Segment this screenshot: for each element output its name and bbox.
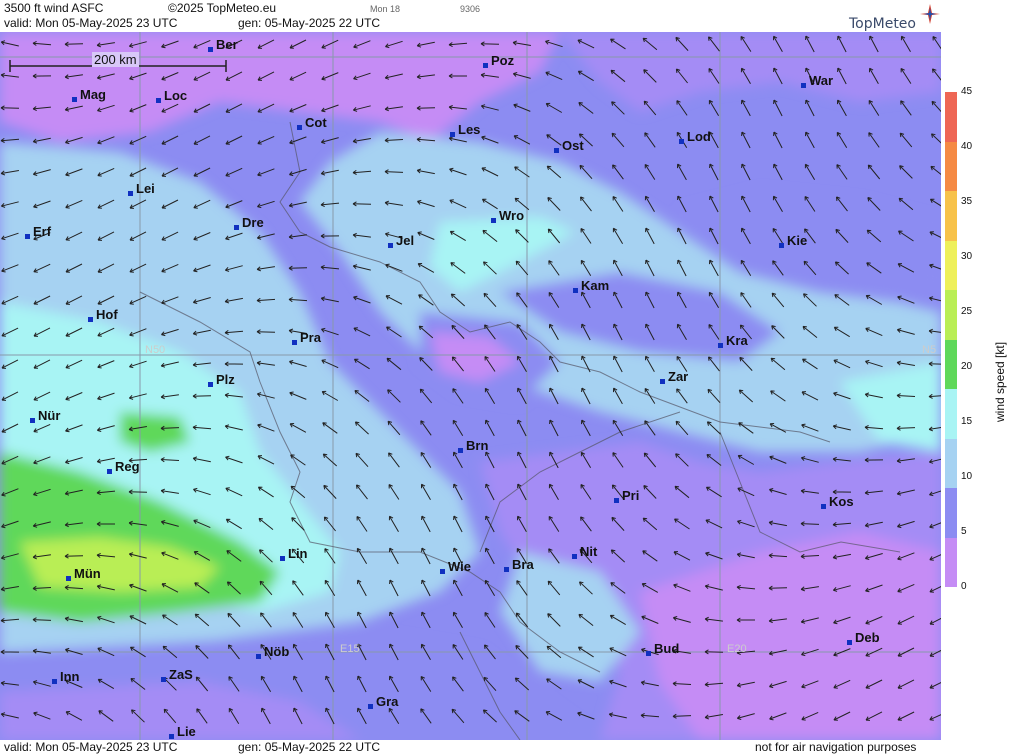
city-label[interactable]: Gra — [367, 694, 398, 709]
city-label[interactable]: Kie — [778, 233, 807, 248]
city-label[interactable]: Pra — [292, 330, 321, 345]
grid-label-e20: E20 — [727, 643, 747, 655]
city-label[interactable]: Plz — [208, 372, 235, 387]
color-bar-segment — [945, 488, 957, 538]
logo-star-icon — [920, 4, 940, 24]
color-bar-segment — [945, 339, 957, 389]
city-label[interactable]: Dre — [234, 215, 264, 230]
city-label[interactable]: Poz — [482, 53, 514, 68]
color-bar-segment — [945, 389, 957, 439]
grid-label-n50: N50 — [145, 344, 166, 356]
city-label[interactable]: Nöb — [255, 644, 289, 659]
color-bar-segment — [945, 240, 957, 290]
color-bar-segment — [945, 290, 957, 340]
footer-bar: valid: Mon 05-May-2025 23 UTC gen: 05-Ma… — [0, 740, 1033, 754]
city-label[interactable]: Deb — [847, 630, 880, 645]
city-label[interactable]: Lod — [679, 129, 711, 144]
wind-map[interactable]: 200 km N50 N5 E15 E20 Ber Poz War Mag Lo… — [0, 32, 941, 740]
city-label[interactable]: Bra — [504, 557, 534, 572]
city-label[interactable]: Ber — [208, 37, 238, 52]
city-label[interactable]: Lei — [128, 181, 155, 196]
brand-name: TopMeteo — [849, 16, 916, 32]
grid-label-n5: N5 — [922, 344, 937, 356]
legend-tick-label: 5 — [961, 526, 967, 537]
city-label[interactable]: Nür — [29, 408, 60, 423]
city-label[interactable]: Wro — [490, 208, 524, 223]
color-bar-segment — [945, 191, 957, 241]
city-label[interactable]: Kra — [718, 333, 748, 348]
legend-panel: 45 40 35 30 25 20 15 10 5 0 wind speed [kt] — [941, 32, 1033, 754]
wind-field — [0, 32, 941, 740]
city-label[interactable]: Inn — [52, 669, 80, 684]
color-bar-segment — [945, 141, 957, 191]
legend-tick-label: 35 — [961, 196, 973, 207]
header-bar: 3500 ft wind ASFC ©2025 TopMeteo.eu Mon … — [0, 0, 1033, 32]
city-label[interactable]: Lin — [280, 546, 308, 561]
legend-tick-label: 20 — [961, 361, 973, 372]
city-label[interactable]: Mag — [72, 87, 106, 102]
city-label[interactable]: Brn — [457, 438, 488, 453]
legend-tick-label: 30 — [961, 251, 973, 262]
legend-tick-label: 15 — [961, 416, 973, 427]
city-label[interactable]: War — [800, 73, 833, 88]
legend-tick-label: 40 — [961, 141, 973, 152]
scale-bar-label: 200 km — [92, 52, 139, 67]
footer-disclaimer: not for air navigation purposes — [755, 740, 917, 754]
legend-title: wind speed [kt] — [993, 341, 1007, 422]
product-title: 3500 ft wind ASFC — [4, 1, 104, 15]
valid-time: valid: Mon 05-May-2025 23 UTC — [4, 16, 178, 30]
city-label[interactable]: Reg — [107, 459, 140, 474]
city-label[interactable]: Wie — [440, 559, 471, 574]
city-label[interactable]: ZaS — [161, 667, 193, 682]
color-bar — [945, 92, 957, 587]
city-label[interactable]: Kam — [572, 278, 609, 293]
city-label[interactable]: Nit — [571, 544, 597, 559]
color-bar-segment — [945, 92, 957, 142]
footer-valid: valid: Mon 05-May-2025 23 UTC — [4, 740, 178, 754]
city-label[interactable]: Pri — [613, 488, 639, 503]
model-tag: Mon 18 — [370, 4, 401, 14]
city-label[interactable]: Jel — [387, 233, 414, 248]
city-label[interactable]: Zar — [659, 369, 688, 384]
city-label[interactable]: Cot — [297, 115, 327, 130]
city-label[interactable]: Erf — [24, 224, 51, 239]
color-bar-segment — [945, 537, 957, 587]
city-label[interactable]: Bud — [645, 641, 679, 656]
legend-tick-label: 0 — [961, 581, 967, 592]
legend-tick-label: 10 — [961, 471, 973, 482]
city-label[interactable]: Les — [449, 122, 480, 137]
grid-label-e15: E15 — [340, 643, 360, 655]
city-label[interactable]: Mün — [66, 566, 101, 581]
legend-tick-label: 25 — [961, 306, 973, 317]
city-label[interactable]: Hof — [88, 307, 118, 322]
gen-time: gen: 05-May-2025 22 UTC — [238, 16, 381, 30]
copyright: ©2025 TopMeteo.eu — [168, 1, 277, 15]
city-label[interactable]: Loc — [155, 88, 187, 103]
legend-tick-label: 45 — [961, 86, 973, 97]
city-label[interactable]: Lie — [169, 724, 196, 739]
footer-gen: gen: 05-May-2025 22 UTC — [238, 740, 381, 754]
color-bar-segment — [945, 438, 957, 488]
code-label: 9306 — [460, 4, 481, 14]
city-label[interactable]: Ost — [554, 138, 584, 153]
city-label[interactable]: Kos — [821, 494, 854, 509]
